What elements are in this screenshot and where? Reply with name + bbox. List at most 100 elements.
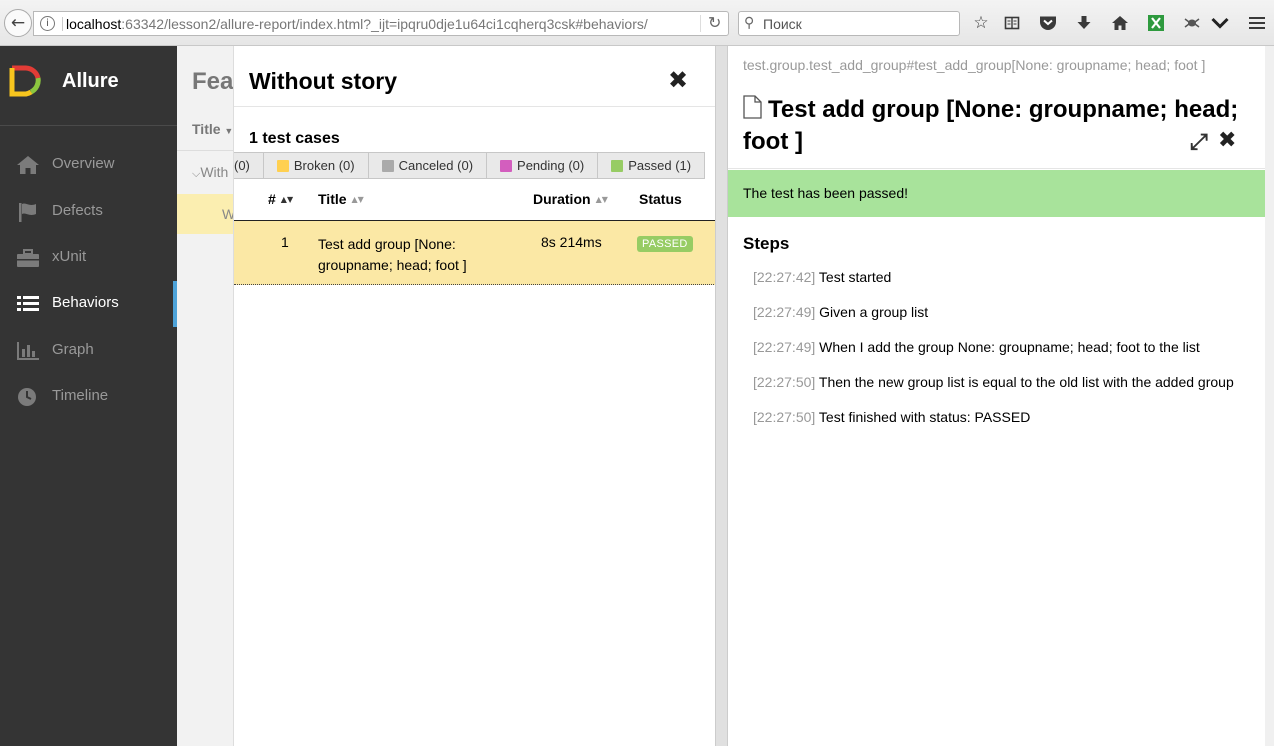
step-time: [22:27:50] <box>753 409 816 425</box>
filter-label: Broken (0) <box>293 158 355 173</box>
url-text[interactable]: localhost:63342/lesson2/allure-report/in… <box>66 16 700 32</box>
row-duration: 8s 214ms <box>541 234 602 250</box>
expand-icon[interactable]: ⤢ <box>1190 130 1208 155</box>
row-num: 1 <box>281 234 289 250</box>
bar-chart-icon <box>17 342 39 360</box>
filter-failed[interactable]: (0) <box>234 152 264 179</box>
feature-group-label: With <box>200 164 229 180</box>
bookmark-star-icon[interactable]: ☆ <box>969 11 993 35</box>
sidebar-item-label: Graph <box>52 341 94 358</box>
flag-icon <box>19 203 36 222</box>
canceled-swatch-icon <box>381 159 394 172</box>
url-path: :63342/lesson2/allure-report/index.html?… <box>121 16 648 32</box>
menu-icon[interactable] <box>1245 11 1269 35</box>
search-input[interactable]: ⚲ Поиск <box>738 11 960 36</box>
briefcase-icon <box>17 249 39 267</box>
sort-icon: ▲▼ <box>595 195 608 204</box>
divider <box>177 150 233 151</box>
step-item: [22:27:50] Test finished with status: PA… <box>753 409 1263 425</box>
filter-passed[interactable]: Passed (1) <box>597 152 706 179</box>
sidebar-item-behaviors[interactable]: Behaviors <box>0 281 177 327</box>
passed-swatch-icon <box>611 159 624 172</box>
brand[interactable]: Allure <box>0 46 177 126</box>
document-icon <box>743 95 762 119</box>
sidebar-item-xunit[interactable]: xUnit <box>0 235 177 281</box>
feature-group[interactable]: ⌵With <box>192 164 228 181</box>
story-row-label: W <box>222 206 233 222</box>
divider <box>234 106 715 107</box>
behaviors-pane: Fea Title ▼ ⌵With W <box>177 46 233 746</box>
testcase-title-text: Test add group [None: groupname; head; f… <box>743 96 1239 155</box>
filter-label: (0) <box>234 158 250 173</box>
testcase-title: Test add group [None: groupname; head; f… <box>743 94 1258 158</box>
sidebar-item-label: Behaviors <box>52 294 119 311</box>
sidebar-item-graph[interactable]: Graph <box>0 328 177 374</box>
step-time: [22:27:50] <box>753 374 816 390</box>
table-row[interactable]: 1 Test add group [None: groupname; head;… <box>234 221 715 285</box>
testcase-pane: test.group.test_add_group#test_add_group… <box>728 46 1265 746</box>
step-item: [22:27:49] When I add the group None: gr… <box>753 339 1263 355</box>
bug-extension-icon[interactable] <box>1180 11 1204 35</box>
column-header-label: Title <box>192 121 221 137</box>
url-bar[interactable]: i localhost:63342/lesson2/allure-report/… <box>33 11 729 36</box>
column-header-duration[interactable]: Duration ▲▼ <box>533 191 608 207</box>
test-case-count: 1 test cases <box>249 130 340 147</box>
status-badge: PASSED <box>637 236 693 252</box>
column-header-title[interactable]: Title ▲▼ <box>318 191 364 207</box>
column-header-label: Title <box>318 191 347 207</box>
sidebar-item-label: Overview <box>52 155 115 172</box>
reading-list-icon[interactable] <box>1000 11 1024 35</box>
url-host: localhost <box>66 16 122 32</box>
step-item: [22:27:49] Given a group list <box>753 304 1263 320</box>
sidebar-item-defects[interactable]: Defects <box>0 189 177 235</box>
close-icon[interactable]: ✖ <box>668 66 688 94</box>
sort-icon: ▲▼ <box>280 195 294 204</box>
download-icon[interactable] <box>1072 11 1096 35</box>
column-header-label: Duration <box>533 191 591 207</box>
filter-canceled[interactable]: Canceled (0) <box>367 152 488 179</box>
filter-pending[interactable]: Pending (0) <box>486 152 599 179</box>
step-item: [22:27:42] Test started <box>753 269 1263 285</box>
column-header-label: # <box>268 191 276 207</box>
column-header-num[interactable]: # ▲▼ <box>268 191 293 207</box>
chevron-down-icon[interactable] <box>1208 11 1232 35</box>
step-time: [22:27:49] <box>753 304 816 320</box>
step-text: Test finished with status: PASSED <box>818 409 1031 425</box>
filter-label: Pending (0) <box>517 158 585 173</box>
column-header-status[interactable]: Status <box>639 191 682 207</box>
sidebar-item-overview[interactable]: Overview <box>0 142 177 188</box>
column-header-title[interactable]: Title ▼ <box>192 121 233 137</box>
back-arrow-icon[interactable]: ← <box>4 9 32 37</box>
step-time: [22:27:42] <box>753 269 816 285</box>
reload-icon[interactable]: ↻ <box>708 13 721 32</box>
testcase-full-name: test.group.test_add_group#test_add_group… <box>743 57 1206 73</box>
page-title: Fea <box>192 68 233 95</box>
list-icon <box>17 296 39 311</box>
divider <box>728 168 1265 169</box>
sidebar-item-label: xUnit <box>52 248 87 265</box>
close-icon[interactable]: ✖ <box>1218 128 1236 153</box>
step-item: [22:27:50] Then the new group list is eq… <box>753 374 1263 390</box>
pocket-icon[interactable] <box>1036 11 1060 35</box>
step-text: Then the new group list is equal to the … <box>818 374 1234 390</box>
steps-heading: Steps <box>743 234 790 253</box>
step-text: Given a group list <box>819 304 929 320</box>
info-icon[interactable]: i <box>40 16 55 31</box>
filter-label: Canceled (0) <box>398 158 474 173</box>
scrollbar[interactable] <box>1265 46 1274 746</box>
url-divider <box>700 15 701 32</box>
sidebar-item-label: Timeline <box>52 387 109 404</box>
home-icon <box>17 156 39 174</box>
pending-swatch-icon <box>500 159 513 172</box>
filter-label: Passed (1) <box>628 158 692 173</box>
sidebar-item-label: Defects <box>52 202 103 219</box>
step-time: [22:27:49] <box>753 339 816 355</box>
sort-icon: ▲▼ <box>351 195 364 204</box>
excel-extension-icon[interactable] <box>1144 11 1168 35</box>
table-header: # ▲▼ Title ▲▼ Duration ▲▼ Status <box>234 186 715 221</box>
sidebar-item-timeline[interactable]: Timeline <box>0 374 177 420</box>
home-button-icon[interactable] <box>1108 11 1132 35</box>
pane-splitter[interactable] <box>715 46 728 746</box>
filter-broken[interactable]: Broken (0) <box>262 152 369 179</box>
row-title: Test add group [None: groupname; head; f… <box>318 236 467 273</box>
